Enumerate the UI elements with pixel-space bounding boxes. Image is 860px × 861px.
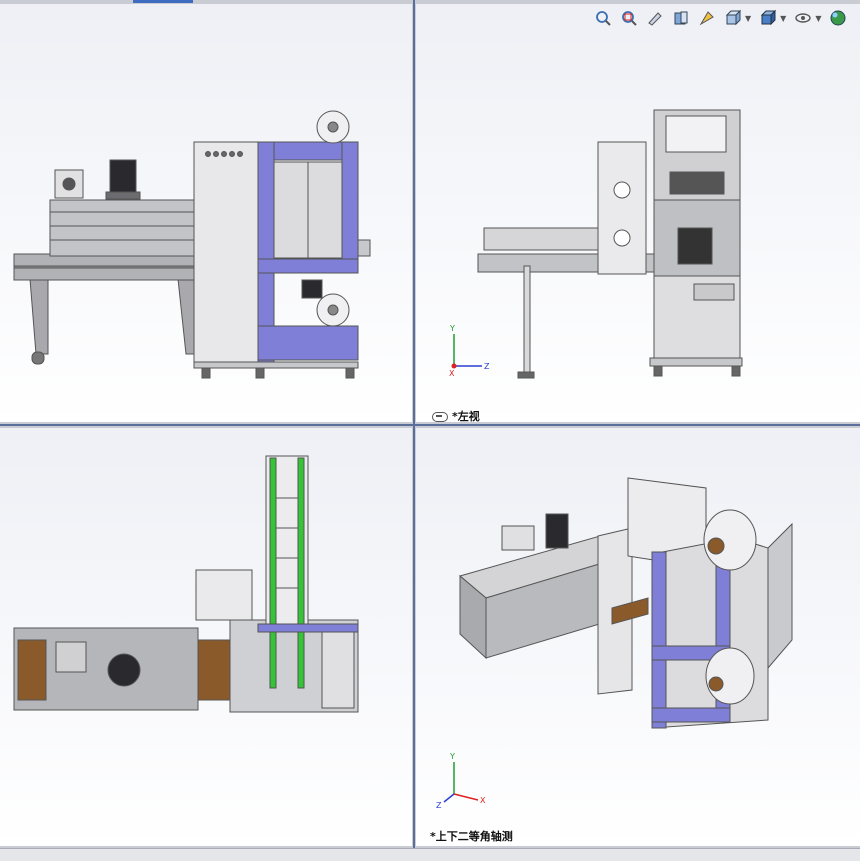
mesh-belt-entry (17, 639, 47, 701)
chevron-down-icon[interactable]: ▼ (780, 14, 786, 23)
coordinate-triad-left (451, 334, 482, 369)
sealer-cabinet (193, 141, 259, 365)
sealer-motor (301, 279, 323, 299)
tunnel-opening (677, 227, 713, 265)
status-bar (0, 848, 860, 861)
iso-sealer-body (651, 537, 769, 729)
blue-frame-bottom (257, 325, 359, 361)
hide-show-items-icon[interactable] (792, 7, 814, 29)
coordinate-triad-iso (443, 762, 479, 803)
mesh-belt-exit (197, 639, 231, 701)
tunnel-leg-left (29, 278, 49, 355)
iso-film-roll-bottom (705, 647, 755, 705)
viewport-iso-label: *上下二等角轴测 (430, 830, 513, 843)
blue-frame-middle (257, 258, 359, 274)
iso-control-box (501, 525, 535, 551)
active-tab-indicator (133, 0, 193, 3)
heads-up-view-toolbar: ▼ ▼ ▼ (592, 6, 849, 30)
infeed-conveyor (483, 227, 601, 251)
zoom-to-area-icon[interactable] (618, 7, 640, 29)
triad-y-label: Y (449, 324, 455, 333)
zoom-to-fit-icon[interactable] (592, 7, 614, 29)
viewport-splitter-horizontal[interactable] (0, 424, 860, 426)
viewport-front[interactable] (0, 4, 412, 422)
previous-view-icon[interactable] (644, 7, 666, 29)
cabinet-top (195, 569, 253, 621)
roller-green-right (297, 457, 305, 689)
chevron-down-icon[interactable]: ▼ (815, 14, 821, 23)
viewport-left-label: *左视 (452, 410, 480, 422)
triad-z-label-iso: Z (436, 801, 442, 810)
left-view-model: Y Z X (449, 109, 743, 379)
appearance-icon[interactable] (827, 7, 849, 29)
roller-green-left (269, 457, 277, 689)
chevron-down-icon[interactable]: ▼ (745, 14, 751, 23)
triad-y-label-iso: Y (449, 752, 455, 761)
triad-x-label: X (449, 369, 455, 378)
viewport-iso[interactable]: Y X Z *上下二等角轴测 (416, 428, 860, 846)
top-view-model (13, 455, 359, 713)
sealer-side-cabinet (597, 141, 647, 275)
iso-fan-motor (545, 513, 569, 549)
link-view-icon[interactable] (432, 412, 448, 422)
triad-x-label-iso: X (480, 796, 486, 805)
view-orientation-icon[interactable] (722, 7, 744, 29)
shrink-tunnel-body (49, 199, 196, 257)
iso-view-model: Y X Z (436, 477, 793, 810)
caster-left (31, 351, 45, 365)
blue-frame-right-post (341, 141, 359, 263)
display-style-icon[interactable] (757, 7, 779, 29)
section-view-icon[interactable] (670, 7, 692, 29)
triad-z-label: Z (484, 362, 490, 371)
viewport-top[interactable] (0, 428, 412, 846)
front-view-model (13, 110, 371, 379)
dynamic-annotation-icon[interactable] (696, 7, 718, 29)
conveyor-leg (523, 265, 531, 377)
fan-motor-top (107, 653, 141, 687)
viewport-left[interactable]: Y Z X *左视 (416, 4, 860, 422)
iso-blue-post-left (651, 551, 667, 729)
